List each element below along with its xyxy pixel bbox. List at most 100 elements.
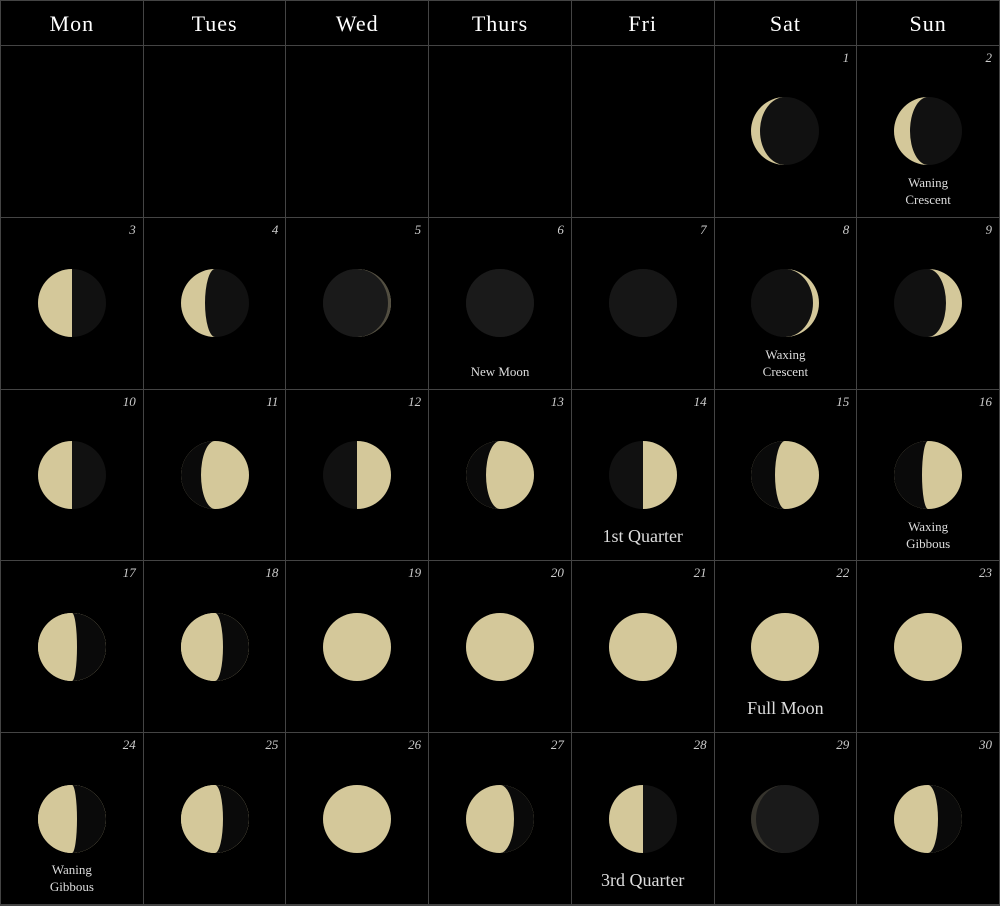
calendar-cell: 11 xyxy=(144,390,287,562)
day-number: 8 xyxy=(843,222,850,238)
calendar-cell: 4 xyxy=(144,218,287,390)
moon-phase-icon xyxy=(888,779,968,859)
day-number: 26 xyxy=(408,737,421,753)
moon-phase-icon xyxy=(460,779,540,859)
moon-phase-icon xyxy=(888,607,968,687)
moon-phase-icon xyxy=(175,263,255,343)
calendar-cell: 7 xyxy=(572,218,715,390)
day-number: 27 xyxy=(551,737,564,753)
day-number: 3 xyxy=(129,222,136,238)
calendar-cell: 8 WaxingCrescent xyxy=(715,218,858,390)
calendar-cell xyxy=(286,46,429,218)
calendar-cell: 18 xyxy=(144,561,287,733)
calendar-cell: 19 xyxy=(286,561,429,733)
day-number: 16 xyxy=(979,394,992,410)
day-number: 25 xyxy=(265,737,278,753)
moon-phase-label: WaningCrescent xyxy=(857,175,999,209)
moon-phase-label: 1st Quarter xyxy=(572,525,714,548)
calendar-cell xyxy=(572,46,715,218)
day-number: 13 xyxy=(551,394,564,410)
header-day: Tues xyxy=(144,1,287,45)
moon-phase-icon xyxy=(460,607,540,687)
day-number: 28 xyxy=(694,737,707,753)
moon-phase-icon xyxy=(32,779,112,859)
header-day: Sat xyxy=(715,1,858,45)
moon-phase-icon xyxy=(888,263,968,343)
day-number: 18 xyxy=(265,565,278,581)
moon-phase-icon xyxy=(745,607,825,687)
calendar-header: MonTuesWedThursFriSatSun xyxy=(1,1,1000,46)
header-day: Wed xyxy=(286,1,429,45)
calendar-cell: 24 WaningGibbous xyxy=(1,733,144,905)
day-number: 29 xyxy=(836,737,849,753)
moon-phase-icon xyxy=(317,779,397,859)
moon-phase-icon xyxy=(460,263,540,343)
day-number: 4 xyxy=(272,222,279,238)
moon-phase-icon xyxy=(175,779,255,859)
moon-phase-icon xyxy=(603,607,683,687)
calendar-cell: 25 xyxy=(144,733,287,905)
moon-calendar: MonTuesWedThursFriSatSun 12WaningCrescen… xyxy=(0,0,1000,906)
calendar-cell: 1 xyxy=(715,46,858,218)
calendar-cell: 6 New Moon xyxy=(429,218,572,390)
calendar-cell xyxy=(1,46,144,218)
moon-phase-icon xyxy=(603,263,683,343)
calendar-cell: 3 xyxy=(1,218,144,390)
day-number: 6 xyxy=(557,222,564,238)
moon-phase-icon xyxy=(603,779,683,859)
calendar-grid: 12WaningCrescent3456New Moon78WaxingCres… xyxy=(1,46,1000,906)
day-number: 1 xyxy=(843,50,850,66)
moon-phase-icon xyxy=(745,435,825,515)
moon-phase-icon xyxy=(460,435,540,515)
calendar-cell: 15 xyxy=(715,390,858,562)
calendar-cell: 20 xyxy=(429,561,572,733)
moon-phase-icon xyxy=(175,435,255,515)
calendar-cell: 14 1st Quarter xyxy=(572,390,715,562)
moon-phase-icon xyxy=(317,263,397,343)
day-number: 9 xyxy=(985,222,992,238)
day-number: 21 xyxy=(694,565,707,581)
day-number: 14 xyxy=(694,394,707,410)
calendar-cell: 22 Full Moon xyxy=(715,561,858,733)
calendar-cell: 12 xyxy=(286,390,429,562)
calendar-cell: 26 xyxy=(286,733,429,905)
calendar-cell xyxy=(429,46,572,218)
calendar-cell: 9 xyxy=(857,218,1000,390)
moon-phase-icon xyxy=(175,607,255,687)
header-day: Fri xyxy=(572,1,715,45)
day-number: 23 xyxy=(979,565,992,581)
moon-phase-icon xyxy=(32,607,112,687)
calendar-cell: 10 xyxy=(1,390,144,562)
moon-phase-icon xyxy=(32,263,112,343)
calendar-cell: 17 xyxy=(1,561,144,733)
day-number: 30 xyxy=(979,737,992,753)
moon-phase-label: 3rd Quarter xyxy=(572,869,714,892)
moon-phase-label: New Moon xyxy=(429,364,571,381)
day-number: 24 xyxy=(123,737,136,753)
moon-phase-icon xyxy=(745,263,825,343)
day-number: 11 xyxy=(266,394,278,410)
moon-phase-label: WaxingGibbous xyxy=(857,519,999,553)
moon-phase-icon xyxy=(603,435,683,515)
day-number: 12 xyxy=(408,394,421,410)
moon-phase-label: Full Moon xyxy=(715,697,857,720)
header-day: Sun xyxy=(857,1,1000,45)
calendar-cell: 16 WaxingGibbous xyxy=(857,390,1000,562)
day-number: 22 xyxy=(836,565,849,581)
calendar-cell: 21 xyxy=(572,561,715,733)
day-number: 15 xyxy=(836,394,849,410)
moon-phase-label: WaningGibbous xyxy=(1,862,143,896)
moon-phase-label: WaxingCrescent xyxy=(715,347,857,381)
calendar-cell: 27 xyxy=(429,733,572,905)
header-day: Thurs xyxy=(429,1,572,45)
day-number: 2 xyxy=(985,50,992,66)
day-number: 20 xyxy=(551,565,564,581)
calendar-cell: 2 WaningCrescent xyxy=(857,46,1000,218)
moon-phase-icon xyxy=(745,779,825,859)
day-number: 7 xyxy=(700,222,707,238)
moon-phase-icon xyxy=(888,91,968,171)
calendar-cell: 23 xyxy=(857,561,1000,733)
day-number: 17 xyxy=(123,565,136,581)
moon-phase-icon xyxy=(317,607,397,687)
calendar-cell: 29 xyxy=(715,733,858,905)
